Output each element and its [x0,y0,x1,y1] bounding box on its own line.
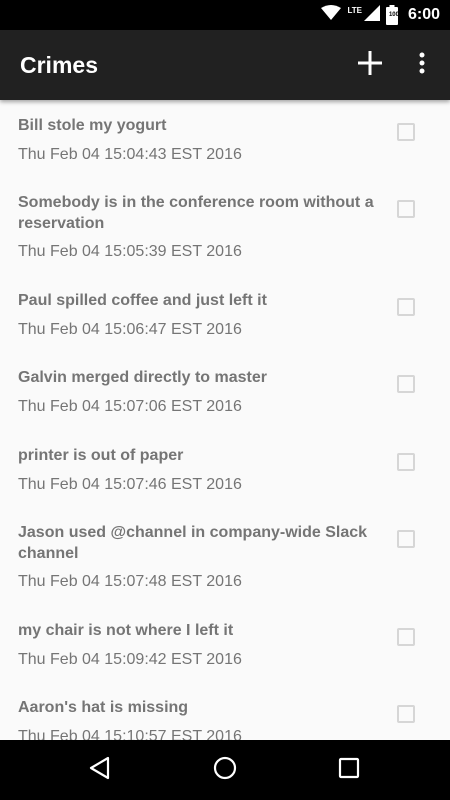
list-item[interactable]: printer is out of paper Thu Feb 04 15:07… [0,430,450,507]
overflow-menu-button[interactable] [408,47,436,83]
cell-signal-icon [363,4,380,26]
crime-title: Jason used @channel in company-wide Slac… [18,524,368,562]
solved-checkbox[interactable] [397,298,415,316]
list-item[interactable]: my chair is not where I left it Thu Feb … [0,605,450,682]
list-item[interactable]: Jason used @channel in company-wide Slac… [0,507,450,605]
battery-icon: 100 [385,5,399,25]
list-item[interactable]: Aaron's hat is missing Thu Feb 04 15:10:… [0,682,450,740]
crime-date: Thu Feb 04 15:07:06 EST 2016 [18,398,242,415]
back-button[interactable] [83,754,115,786]
crime-date: Thu Feb 04 15:05:39 EST 2016 [18,243,242,260]
solved-checkbox[interactable] [397,200,415,218]
recents-button[interactable] [333,754,365,786]
system-nav-bar [0,740,450,800]
more-vert-icon [419,52,425,79]
network-type-label: LTE [347,5,362,15]
crime-title: Galvin merged directly to master [18,369,267,386]
add-crime-button[interactable] [352,47,388,83]
crime-title: Aaron's hat is missing [18,699,189,716]
wifi-icon [321,4,342,26]
crime-date: Thu Feb 04 15:07:48 EST 2016 [18,573,242,590]
crime-date: Thu Feb 04 15:06:47 EST 2016 [18,321,242,338]
crime-date: Thu Feb 04 15:09:42 EST 2016 [18,651,242,668]
page-title: Crimes [20,52,98,78]
list-item[interactable]: Somebody is in the conference room witho… [0,177,450,275]
list-item[interactable]: Paul spilled coffee and just left it Thu… [0,275,450,352]
recents-icon [338,757,360,784]
crime-date: Thu Feb 04 15:04:43 EST 2016 [18,146,242,163]
crime-title: printer is out of paper [18,447,184,464]
clock: 6:00 [407,6,440,23]
back-icon [88,756,110,785]
list-item[interactable]: Bill stole my yogurt Thu Feb 04 15:04:43… [0,100,450,177]
solved-checkbox[interactable] [397,530,415,548]
solved-checkbox[interactable] [397,123,415,141]
status-icons: LTE 100 6:00 [321,0,440,30]
crime-title: my chair is not where I left it [18,622,234,639]
list-item[interactable]: Galvin merged directly to master Thu Feb… [0,352,450,430]
battery-level-label: 100 [388,12,399,18]
home-button[interactable] [209,754,241,786]
solved-checkbox[interactable] [397,453,415,471]
solved-checkbox[interactable] [397,375,415,393]
solved-checkbox[interactable] [397,705,415,723]
status-bar: LTE 100 6:00 [0,0,450,30]
crime-date: Thu Feb 04 15:07:46 EST 2016 [18,476,242,493]
crime-title: Somebody is in the conference room witho… [18,194,374,232]
crime-title: Paul spilled coffee and just left it [18,292,267,309]
home-icon [213,756,237,785]
crime-list[interactable]: Bill stole my yogurt Thu Feb 04 15:04:43… [0,100,450,740]
crime-title: Bill stole my yogurt [18,117,167,134]
solved-checkbox[interactable] [397,628,415,646]
add-icon [357,50,383,81]
app-bar: Crimes [0,30,450,100]
crime-date: Thu Feb 04 15:10:57 EST 2016 [18,728,242,740]
